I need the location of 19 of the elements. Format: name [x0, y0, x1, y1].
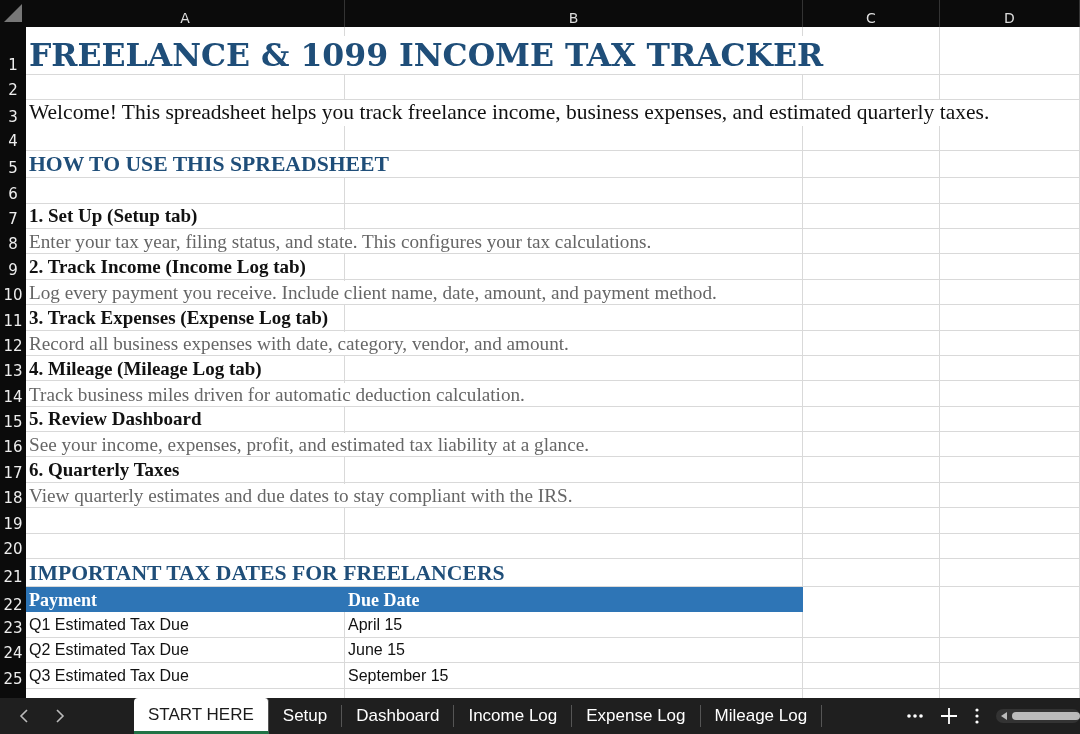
sheet-tab[interactable]: Income Log — [454, 705, 573, 727]
table-cell: Q1 Estimated Tax Due — [26, 612, 345, 638]
table-cell: Q2 Estimated Tax Due — [26, 637, 345, 664]
add-sheet-icon[interactable] — [940, 707, 958, 725]
sheet-tab[interactable]: Expense Log — [572, 705, 701, 727]
section-heading: HOW TO USE THIS SPREADSHEET — [26, 151, 392, 178]
sheet-tab[interactable]: Mileage Log — [700, 705, 823, 727]
chevron-left-icon[interactable] — [18, 707, 30, 725]
scrollbar-icon[interactable] — [996, 707, 1080, 725]
table-cell: Q3 Estimated Tax Due — [26, 663, 345, 689]
chevron-right-icon[interactable] — [54, 707, 66, 725]
options-icon[interactable] — [974, 707, 980, 725]
select-all-icon[interactable] — [4, 4, 22, 22]
sheet-tab[interactable]: Dashboard — [342, 705, 455, 727]
table-cell: June 15 — [345, 637, 803, 664]
sheet-tab[interactable]: Setup — [268, 705, 343, 727]
table-cell: April 15 — [345, 612, 803, 638]
table-cell: September 15 — [345, 663, 803, 689]
sheet-tab[interactable]: START HERE — [134, 698, 269, 734]
